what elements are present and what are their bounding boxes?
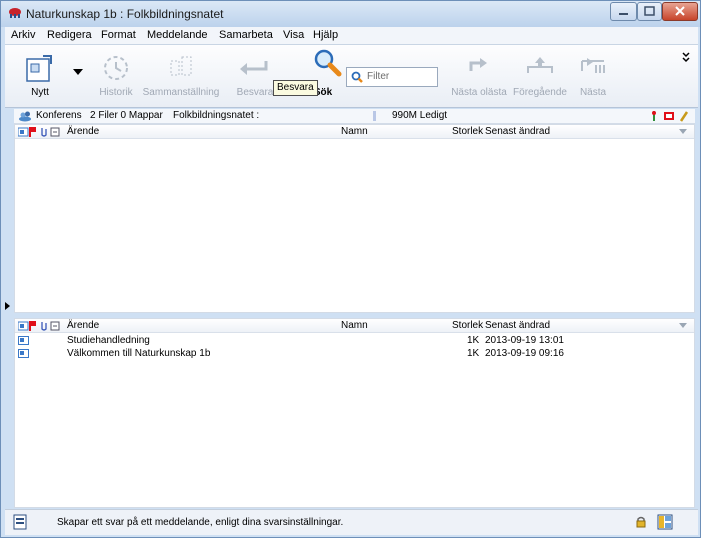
- column-name[interactable]: Namn: [341, 319, 368, 332]
- column-modified[interactable]: Senast ändrad: [485, 319, 550, 332]
- menu-format[interactable]: Format: [101, 29, 136, 41]
- conference-icon: [19, 111, 31, 122]
- close-button[interactable]: [662, 2, 698, 21]
- summary-label: Sammanställning: [142, 87, 220, 98]
- next-unread-button[interactable]: Nästa olästa: [451, 45, 507, 105]
- conference-label: Konferens: [36, 110, 82, 121]
- pane-splitter[interactable]: [5, 302, 10, 310]
- file-row[interactable]: Välkommen till Naturkunskap 1b 1K 2013-0…: [15, 348, 694, 360]
- sort-arrow-icon[interactable]: [679, 323, 687, 328]
- status-bar: Skapar ett svar på ett meddelande, enlig…: [5, 509, 698, 535]
- toolbar-overflow-button[interactable]: [677, 45, 695, 105]
- reply-arrow-icon: [240, 61, 268, 75]
- column-size[interactable]: Storlek: [452, 319, 483, 332]
- new-document-icon: [26, 55, 52, 82]
- file-modified: 2013-09-19 09:16: [485, 348, 564, 359]
- edit-pencil-icon[interactable]: [679, 110, 689, 122]
- previous-icon: [527, 57, 553, 73]
- new-dropdown-button[interactable]: [71, 45, 85, 105]
- filter-search-icon: [351, 71, 363, 83]
- next-label: Nästa: [579, 87, 607, 98]
- file-icon: [18, 349, 29, 358]
- messages-pane[interactable]: Ärende Namn Storlek Senast ändrad: [14, 124, 695, 313]
- overflow-chevron-icon: [682, 52, 690, 63]
- dropdown-arrow-icon: [73, 69, 83, 75]
- layout-icon[interactable]: [657, 514, 673, 530]
- column-name[interactable]: Namn: [341, 125, 368, 138]
- file-row[interactable]: Studiehandledning 1K 2013-09-19 13:01: [15, 335, 694, 347]
- previous-label: Föregående: [513, 87, 567, 98]
- reply-tooltip: Besvara: [273, 80, 318, 96]
- minimize-button[interactable]: [610, 2, 637, 21]
- file-folder-count: 2 Filer 0 Mappar: [90, 110, 163, 121]
- file-size: 1K: [467, 335, 480, 346]
- magnifier-icon: [314, 49, 342, 77]
- column-size[interactable]: Storlek: [452, 125, 483, 138]
- minimize-icon: [619, 13, 628, 15]
- column-subject[interactable]: Ärende: [67, 125, 99, 138]
- menu-samarbeta[interactable]: Samarbeta: [219, 29, 273, 41]
- column-modified[interactable]: Senast ändrad: [485, 125, 550, 138]
- file-size: 1K: [467, 348, 480, 359]
- next-button[interactable]: Nästa: [571, 45, 615, 105]
- filter-input[interactable]: Filter: [346, 67, 438, 87]
- file-subject: Studiehandledning: [67, 335, 150, 346]
- menu-hjalp[interactable]: Hjälp: [313, 29, 338, 41]
- close-icon: [675, 6, 685, 16]
- header-icons: [18, 321, 60, 331]
- new-label: Nytt: [31, 87, 49, 98]
- menu-visa[interactable]: Visa: [283, 29, 304, 41]
- search-button[interactable]: Sök: [301, 45, 345, 105]
- file-icon: [18, 336, 29, 345]
- maximize-icon: [644, 6, 655, 16]
- next-icon: [581, 58, 605, 73]
- next-unread-label: Nästa olästa: [451, 87, 507, 98]
- history-label: Historik: [99, 87, 133, 98]
- header-icons: [18, 127, 60, 137]
- mark-read-icon[interactable]: [663, 110, 675, 122]
- maximize-button[interactable]: [637, 2, 662, 21]
- app-window: Naturkunskap 1b : Folkbildningsnatet Ark…: [0, 0, 701, 538]
- title-bar: Naturkunskap 1b : Folkbildningsnatet: [1, 1, 700, 27]
- menu-redigera[interactable]: Redigera: [47, 29, 92, 41]
- menu-arkiv[interactable]: Arkiv: [11, 29, 35, 41]
- filter-placeholder: Filter: [367, 71, 390, 82]
- column-subject[interactable]: Ärende: [67, 319, 99, 332]
- attachment-pin-icon[interactable]: [649, 110, 659, 122]
- lock-icon[interactable]: [635, 516, 647, 528]
- app-logo-icon: [9, 8, 21, 18]
- summary-button[interactable]: Sammanställning: [141, 45, 221, 105]
- next-unread-icon: [469, 58, 487, 71]
- menu-meddelande[interactable]: Meddelande: [147, 29, 208, 41]
- reply-button[interactable]: Besvara: [227, 45, 283, 105]
- conference-info-bar: Konferens 2 Filer 0 Mappar Folkbildnings…: [14, 109, 695, 124]
- messages-header: Ärende Namn Storlek Senast ändrad: [15, 125, 694, 139]
- disk-usage-bar: [373, 111, 376, 121]
- conference-path: Folkbildningsnatet :: [173, 110, 260, 121]
- file-subject: Välkommen till Naturkunskap 1b: [67, 348, 211, 359]
- summary-icon: [170, 56, 192, 76]
- new-button[interactable]: Nytt: [9, 45, 71, 105]
- free-space: 990M Ledigt: [392, 110, 448, 121]
- status-text: Skapar ett svar på ett meddelande, enlig…: [57, 517, 344, 528]
- window-title: Naturkunskap 1b : Folkbildningsnatet: [26, 7, 224, 21]
- history-icon: [104, 56, 128, 80]
- sort-arrow-icon[interactable]: [679, 129, 687, 134]
- files-header: Ärende Namn Storlek Senast ändrad: [15, 319, 694, 333]
- previous-button[interactable]: Föregående: [511, 45, 569, 105]
- menu-bar: Arkiv Redigera Format Meddelande Samarbe…: [5, 27, 698, 45]
- status-doc-icon: [13, 514, 27, 530]
- history-button[interactable]: Historik: [95, 45, 137, 105]
- file-modified: 2013-09-19 13:01: [485, 335, 564, 346]
- files-pane[interactable]: Ärende Namn Storlek Senast ändrad Studie…: [14, 318, 695, 508]
